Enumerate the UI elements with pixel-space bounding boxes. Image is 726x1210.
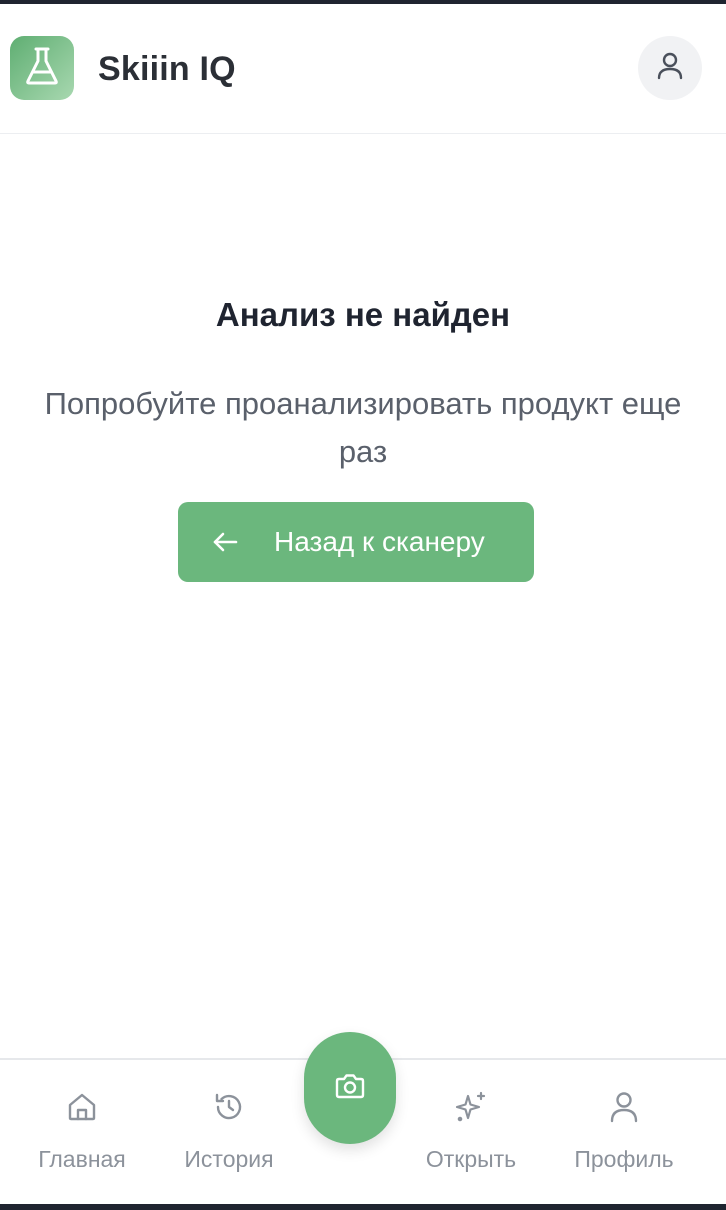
back-button-label: Назад к сканеру — [274, 526, 485, 557]
nav-label-profile: Профиль — [574, 1146, 674, 1172]
history-icon — [212, 1090, 246, 1124]
profile-button[interactable] — [638, 36, 702, 100]
nav-label-history: История — [184, 1146, 274, 1172]
nav-item-home[interactable]: Главная — [34, 1090, 130, 1173]
app-title: Skiiin IQ — [98, 50, 236, 88]
header: Skiiin IQ — [0, 4, 726, 134]
nav-item-history[interactable]: История — [178, 1090, 280, 1173]
camera-scan-button[interactable] — [304, 1032, 396, 1144]
subtitle-line-1: Попробуйте проанализировать продукт еще — [44, 386, 682, 421]
app-frame: Skiiin IQ Анализ не найден Попробуйте пр… — [0, 0, 726, 1210]
user-icon — [657, 52, 683, 85]
back-to-scanner-button[interactable]: Назад к сканеру — [178, 502, 534, 582]
page-title: Анализ не найден — [215, 296, 511, 333]
app-logo — [10, 36, 74, 100]
page-subtitle: Попробуйте проанализировать продукт еще … — [0, 380, 726, 476]
arrow-left-icon — [212, 528, 240, 556]
nav-label-home: Главная — [38, 1146, 126, 1172]
flask-icon — [24, 46, 60, 91]
nav-label-discover: Открыть — [425, 1146, 517, 1172]
subtitle-line-2: раз — [338, 434, 388, 469]
sparkles-icon — [454, 1090, 488, 1124]
home-icon — [65, 1090, 99, 1124]
nav-item-discover[interactable]: Открыть — [418, 1090, 524, 1173]
user-icon — [607, 1090, 641, 1124]
nav-item-profile[interactable]: Профиль — [570, 1090, 678, 1173]
camera-icon — [334, 1072, 366, 1105]
main-content: Анализ не найден Попробуйте проанализиро… — [0, 134, 726, 1058]
